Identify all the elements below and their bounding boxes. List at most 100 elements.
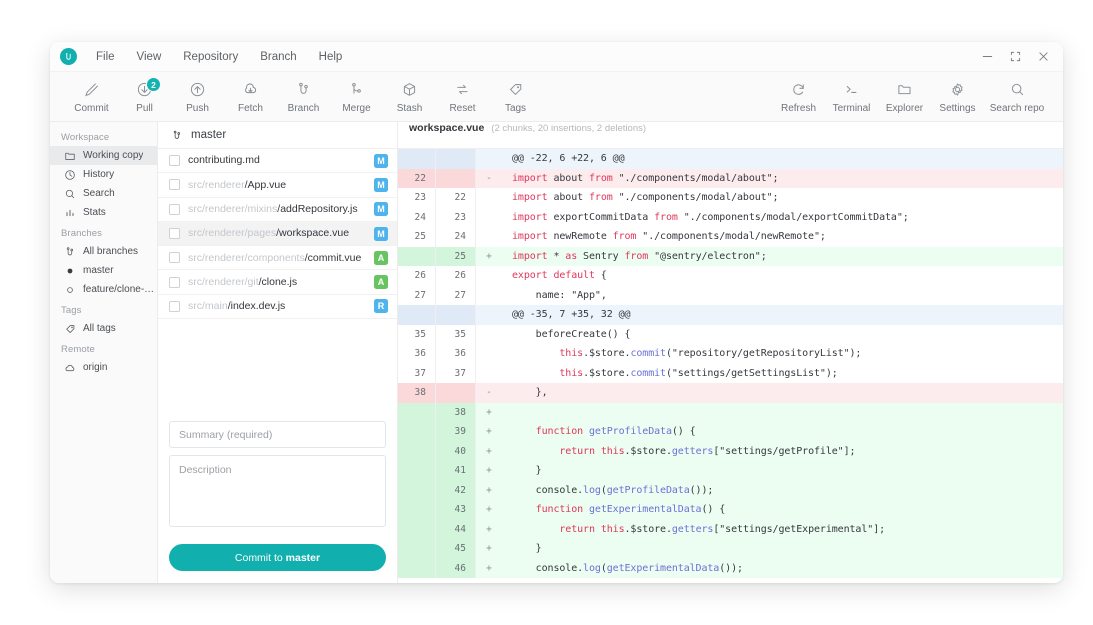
- menu-item-view[interactable]: View: [126, 48, 173, 66]
- toolbar-push-button[interactable]: Push: [172, 74, 223, 119]
- diff-line-add: 45 + }: [398, 539, 1063, 559]
- diff-marker: +: [486, 445, 492, 457]
- diff-new-line-number: 26: [436, 266, 476, 286]
- code-token: function: [535, 504, 584, 516]
- diff-body[interactable]: @@ -22, 6 +22, 6 @@ 22- import about from …: [398, 149, 1063, 583]
- toolbar-stash-label: Stash: [396, 102, 423, 114]
- toolbar-stash-button[interactable]: Stash: [384, 74, 435, 119]
- title-bar: File View Repository Branch Help: [50, 42, 1063, 72]
- diff-new-line-number: 39: [436, 422, 476, 442]
- menu-item-file[interactable]: File: [85, 48, 126, 66]
- sidebar-item-search[interactable]: Search: [50, 184, 157, 203]
- diff-code-text: function getProfileData() {: [502, 426, 1063, 437]
- diff-marker: +: [486, 523, 492, 535]
- file-row[interactable]: src/renderer/components/commit.vue A: [158, 246, 397, 271]
- toolbar-explorer-button[interactable]: Explorer: [879, 74, 930, 119]
- diff-old-line-number: [398, 149, 436, 169]
- commit-description-input[interactable]: [169, 455, 386, 527]
- diff-new-line-number: [436, 305, 476, 325]
- sidebar-item-master[interactable]: master: [50, 261, 157, 280]
- code-token: console.: [512, 562, 584, 574]
- file-row[interactable]: src/renderer/mixins/addRepository.js M: [158, 198, 397, 222]
- maximize-icon[interactable]: [1001, 42, 1029, 71]
- toolbar-reset-button[interactable]: Reset: [437, 74, 488, 119]
- commit-to-master-button[interactable]: Commit to master: [169, 544, 386, 571]
- diff-new-line-number: 38: [436, 402, 476, 422]
- file-checkbox[interactable]: [169, 228, 180, 240]
- diff-new-line-number: 23: [436, 207, 476, 227]
- file-checkbox[interactable]: [169, 179, 180, 191]
- sidebar-item-working-copy[interactable]: Working copy: [50, 146, 157, 165]
- file-checkbox[interactable]: [169, 203, 180, 215]
- diff-new-line-number: 36: [436, 344, 476, 364]
- sidebar-section-workspace-title: Workspace: [61, 132, 110, 143]
- cloud-icon: [64, 362, 76, 374]
- file-row[interactable]: src/main/index.dev.js R: [158, 295, 397, 320]
- code-token: name:: [512, 289, 572, 301]
- file-checkbox[interactable]: [169, 276, 180, 288]
- file-checkbox[interactable]: [169, 300, 180, 312]
- toolbar-search-repo-label: Search repo: [989, 102, 1045, 114]
- toolbar-tags-button[interactable]: Tags: [490, 74, 541, 119]
- code-token: () {: [671, 426, 696, 438]
- diff-code-text: this.$store.commit("repository/getReposi…: [502, 348, 1063, 359]
- code-token: exportCommitData: [547, 211, 655, 223]
- diff-line-ctx: 27 27 name: "App",: [398, 285, 1063, 305]
- sidebar-item-label: origin: [83, 362, 108, 373]
- code-token: "./components/modal/newRemote";: [636, 231, 826, 243]
- sidebar-item-all-branches[interactable]: All branches: [50, 242, 157, 261]
- diff-old-line-number: [398, 519, 436, 539]
- diff-marker: +: [486, 562, 492, 574]
- file-row[interactable]: src/renderer/App.vue M: [158, 173, 397, 198]
- diff-code-text: }: [502, 543, 1063, 554]
- code-token: getExperimentalData: [606, 562, 720, 574]
- current-branch-bar[interactable]: master: [158, 122, 397, 149]
- file-base-name: /clone.js: [258, 276, 298, 288]
- code-token: return: [559, 445, 595, 457]
- minimize-icon[interactable]: [973, 42, 1001, 71]
- commit-summary-input[interactable]: [169, 421, 386, 448]
- file-path-prefix: src/renderer: [188, 179, 245, 191]
- toolbar-terminal-button[interactable]: Terminal: [826, 74, 877, 119]
- toolbar-search-repo-button[interactable]: Search repo: [985, 74, 1049, 119]
- file-row[interactable]: contributing.md M: [158, 149, 397, 174]
- diff-old-line-number: [398, 539, 436, 559]
- file-checkbox[interactable]: [169, 155, 180, 167]
- sidebar-item-origin[interactable]: origin: [50, 358, 157, 377]
- toolbar-settings-button[interactable]: Settings: [932, 74, 983, 119]
- menu-item-help[interactable]: Help: [308, 48, 354, 66]
- code-token: {: [594, 270, 607, 282]
- clock-icon: [64, 169, 76, 181]
- file-checkbox[interactable]: [169, 252, 180, 264]
- diff-new-line-number: 43: [436, 500, 476, 520]
- sidebar-item-history[interactable]: History: [50, 165, 157, 184]
- toolbar-commit-button[interactable]: Commit: [66, 74, 117, 119]
- toolbar-merge-button[interactable]: Merge: [331, 74, 382, 119]
- sidebar-item-all-tags[interactable]: All tags: [50, 319, 157, 338]
- code-token: commit: [630, 367, 666, 379]
- diff-old-line-number: [398, 558, 436, 578]
- code-token: this: [600, 445, 625, 457]
- file-row[interactable]: src/renderer/git/clone.js A: [158, 270, 397, 295]
- sidebar-item-label: All tags: [83, 323, 116, 334]
- toolbar-fetch-button[interactable]: Fetch: [225, 74, 276, 119]
- menu-item-repository[interactable]: Repository: [172, 48, 249, 66]
- close-icon[interactable]: [1029, 42, 1057, 71]
- toolbar-pull-button[interactable]: 2 Pull: [119, 74, 170, 119]
- diff-marker: [476, 325, 502, 345]
- diff-old-line-number: [398, 402, 436, 422]
- diff-old-line-number: [398, 422, 436, 442]
- sidebar-item-feature-clone[interactable]: feature/clone-re...: [50, 280, 157, 299]
- pull-count-badge: 2: [146, 77, 161, 92]
- diff-old-line-number: [398, 500, 436, 520]
- diff-line-hunk: @@ -22, 6 +22, 6 @@: [398, 149, 1063, 169]
- file-status-badge: M: [374, 153, 388, 168]
- menu-item-branch[interactable]: Branch: [249, 48, 307, 66]
- file-base-name: /commit.vue: [304, 252, 362, 264]
- toolbar-branch-button[interactable]: Branch: [278, 74, 329, 119]
- file-row[interactable]: src/renderer/pages/workspace.vue M: [158, 221, 397, 247]
- pencil-icon: [83, 80, 100, 99]
- sidebar-item-stats[interactable]: Stats: [50, 203, 157, 222]
- toolbar-refresh-button[interactable]: Refresh: [773, 74, 824, 119]
- diff-new-line-number: 42: [436, 480, 476, 500]
